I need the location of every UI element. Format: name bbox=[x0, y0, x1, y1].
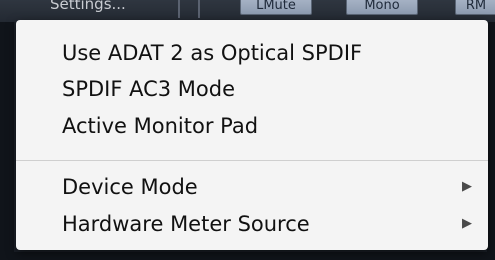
background-panel bbox=[0, 22, 14, 260]
menu-item-device-mode[interactable]: Device Mode ▶ bbox=[16, 170, 488, 204]
settings-button[interactable]: Settings... bbox=[50, 0, 126, 14]
menu-item-use-adat2-optical-spdif[interactable]: Use ADAT 2 as Optical SPDIF bbox=[16, 36, 488, 70]
toolbar-divider bbox=[198, 0, 200, 18]
app-window: Settings... LMute Mono RM Use ADAT 2 as … bbox=[0, 0, 495, 260]
menu-item-label: SPDIF AC3 Mode bbox=[62, 77, 236, 101]
menu-item-spdif-ac3-mode[interactable]: SPDIF AC3 Mode bbox=[16, 72, 488, 106]
background-panel bbox=[487, 22, 495, 260]
settings-popup-menu: Use ADAT 2 as Optical SPDIF SPDIF AC3 Mo… bbox=[16, 20, 488, 250]
submenu-arrow-icon: ▶ bbox=[462, 216, 472, 231]
menu-item-hardware-meter-source[interactable]: Hardware Meter Source ▶ bbox=[16, 207, 488, 241]
rmute-button[interactable]: RM bbox=[455, 0, 495, 15]
toolbar: Settings... LMute Mono RM bbox=[0, 0, 495, 22]
toolbar-divider bbox=[178, 0, 180, 18]
mono-button[interactable]: Mono bbox=[346, 0, 418, 15]
menu-item-label: Hardware Meter Source bbox=[62, 212, 310, 236]
menu-item-active-monitor-pad[interactable]: Active Monitor Pad bbox=[16, 109, 488, 143]
menu-item-label: Use ADAT 2 as Optical SPDIF bbox=[62, 41, 363, 65]
menu-item-label: Device Mode bbox=[62, 175, 198, 199]
lmute-button[interactable]: LMute bbox=[240, 0, 312, 15]
menu-separator bbox=[16, 160, 488, 161]
submenu-arrow-icon: ▶ bbox=[462, 179, 472, 194]
menu-item-label: Active Monitor Pad bbox=[62, 114, 259, 138]
background-panel bbox=[0, 252, 495, 260]
